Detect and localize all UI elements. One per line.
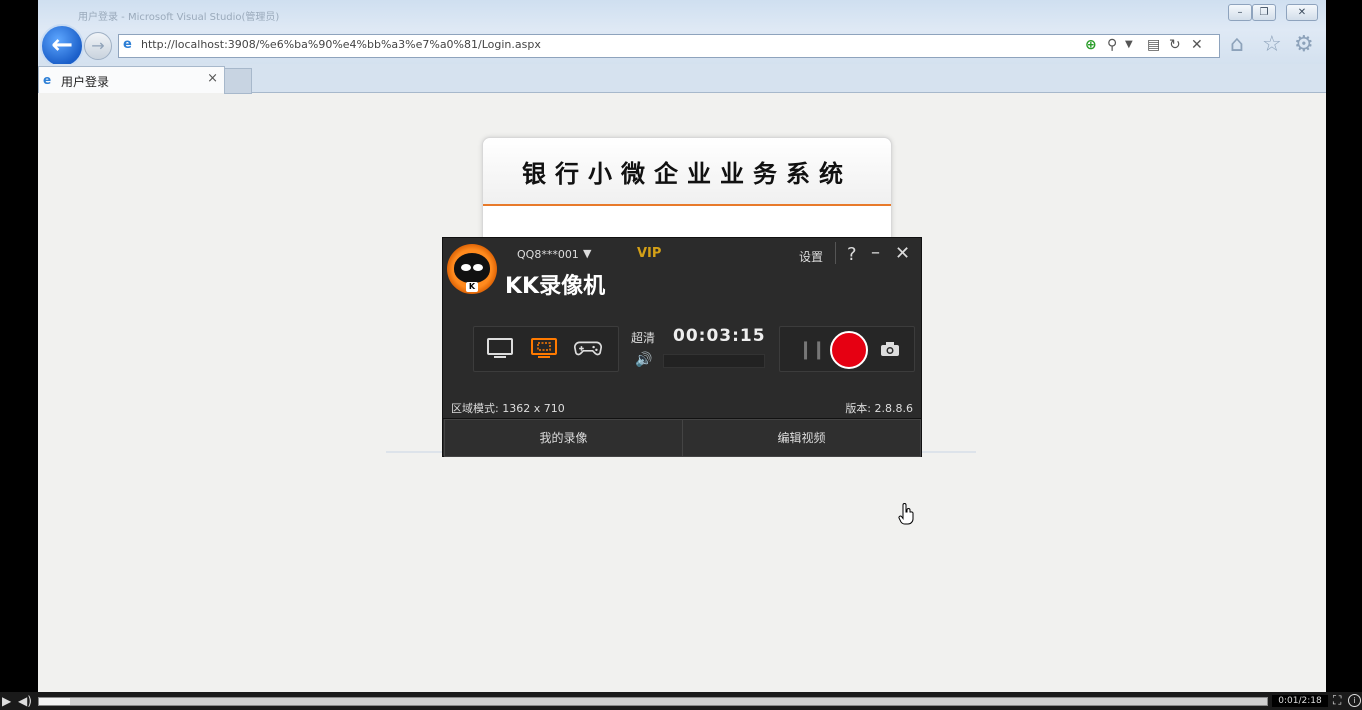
address-bar[interactable]: e http://localhost:3908/%e6%ba%90%e4%bb%… bbox=[118, 34, 1220, 58]
playback-time: 0:01/2:18 bbox=[1272, 695, 1328, 707]
info-icon[interactable]: i bbox=[1348, 694, 1361, 707]
window-restore-button[interactable]: ❐ bbox=[1252, 4, 1276, 21]
new-tab-button[interactable] bbox=[224, 68, 252, 94]
my-videos-button[interactable]: 我的录像 bbox=[444, 419, 683, 457]
arrow-left-icon: ← bbox=[51, 30, 73, 60]
window-close-button[interactable]: ✕ bbox=[1286, 4, 1318, 21]
game-mode-icon[interactable] bbox=[574, 337, 602, 359]
url-text: http://localhost:3908/%e6%ba%90%e4%bb%a3… bbox=[141, 38, 541, 51]
region-mode-info: 区域模式: 1362 x 710 bbox=[451, 402, 565, 415]
seek-bar[interactable] bbox=[38, 697, 1268, 706]
tab-close-icon[interactable]: × bbox=[207, 71, 218, 86]
login-header: 银行小微企业业务系统 bbox=[483, 138, 891, 206]
tab-label: 用户登录 bbox=[61, 75, 110, 89]
navigation-bar: ← → e http://localhost:3908/%e6%ba%90%e4… bbox=[38, 24, 1326, 68]
arrow-right-icon: → bbox=[91, 36, 105, 55]
capture-mode-group bbox=[473, 326, 619, 372]
home-icon[interactable]: ⌂ bbox=[1230, 34, 1244, 56]
media-player-bar: ▶ ◀) 0:01/2:18 ⛶ i bbox=[0, 692, 1362, 710]
vip-badge[interactable]: VIP bbox=[637, 246, 661, 261]
back-button[interactable]: ← bbox=[40, 24, 84, 68]
recorder-footer: 我的录像 编辑视频 bbox=[443, 418, 921, 457]
window-title: 用户登录 - Microsoft Visual Studio(管理员) bbox=[78, 12, 280, 23]
forward-button[interactable]: → bbox=[84, 32, 112, 60]
refresh-icon[interactable]: ↻ bbox=[1169, 37, 1181, 53]
play-icon[interactable]: ▶ bbox=[2, 694, 11, 708]
settings-button[interactable]: 设置 bbox=[799, 248, 823, 265]
document-icon[interactable]: ▤ bbox=[1147, 37, 1160, 53]
hand-cursor-icon bbox=[898, 503, 914, 525]
edit-video-button[interactable]: 编辑视频 bbox=[682, 419, 921, 457]
camera-icon[interactable] bbox=[880, 341, 900, 357]
record-timer: 00:03:15 bbox=[673, 326, 766, 346]
fullscreen-icon[interactable]: ⛶ bbox=[1333, 693, 1341, 708]
record-controls: ❙❙ bbox=[779, 326, 915, 372]
ie-tab-icon: e bbox=[43, 73, 52, 87]
help-button[interactable]: ? bbox=[847, 244, 857, 265]
search-icon[interactable]: ⚲ bbox=[1107, 37, 1117, 53]
seek-progress bbox=[39, 698, 70, 705]
version-info: 版本: 2.8.8.6 bbox=[845, 402, 913, 415]
tab-bar: e 用户登录 × bbox=[38, 64, 1326, 94]
divider bbox=[835, 242, 836, 264]
ie-page-icon: e bbox=[123, 37, 132, 52]
app-title: KK录像机 bbox=[505, 274, 606, 299]
account-name[interactable]: QQ8***001 bbox=[517, 248, 579, 261]
minimize-button[interactable]: – bbox=[871, 242, 880, 263]
chevron-down-icon[interactable]: ▼ bbox=[583, 247, 591, 260]
volume-level-bar[interactable] bbox=[663, 354, 765, 368]
gear-icon[interactable]: ⚙ bbox=[1294, 34, 1314, 56]
dropdown-icon[interactable]: ▼ bbox=[1125, 37, 1133, 53]
browser-titlebar: 用户登录 - Microsoft Visual Studio(管理员) – ❐ … bbox=[38, 0, 1326, 30]
speaker-icon[interactable]: ◀) bbox=[18, 694, 32, 708]
compat-icon[interactable]: ⊕ bbox=[1085, 37, 1097, 53]
close-button[interactable]: ✕ bbox=[895, 243, 910, 264]
tab-login[interactable]: e 用户登录 × bbox=[38, 66, 225, 93]
quality-selector[interactable]: 超清 bbox=[631, 329, 655, 346]
speaker-icon[interactable]: 🔊 bbox=[635, 352, 652, 368]
pause-icon[interactable]: ❙❙ bbox=[798, 339, 826, 360]
region-mode-icon[interactable] bbox=[530, 337, 558, 359]
stop-icon[interactable]: ✕ bbox=[1191, 37, 1203, 53]
window-minimize-button[interactable]: – bbox=[1228, 4, 1252, 21]
record-button[interactable] bbox=[830, 331, 868, 369]
fullscreen-mode-icon[interactable] bbox=[486, 337, 514, 359]
kk-recorder-window: K QQ8***001 ▼ VIP KK录像机 设置 ? – ✕ 超清 00:0… bbox=[442, 237, 922, 457]
kk-logo-icon: K bbox=[447, 244, 497, 294]
system-title: 银行小微企业业务系统 bbox=[522, 159, 852, 188]
favorites-star-icon[interactable]: ☆ bbox=[1262, 34, 1282, 56]
